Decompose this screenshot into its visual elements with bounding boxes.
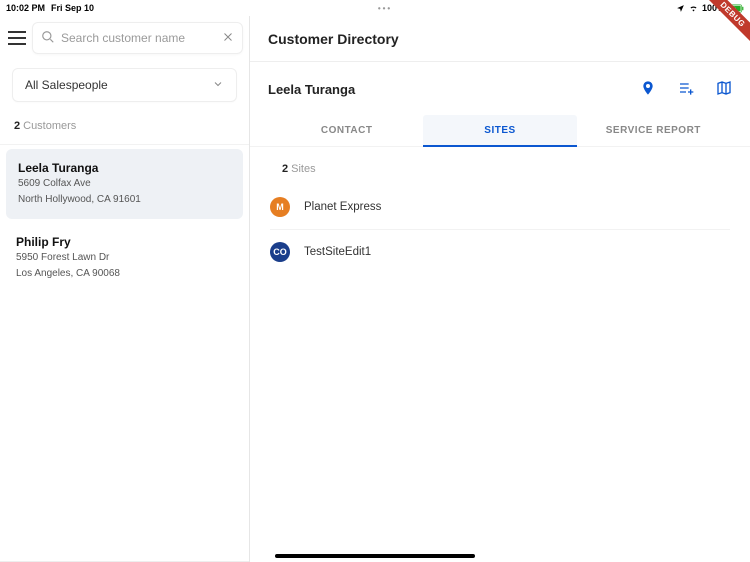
clear-search-button[interactable] xyxy=(222,31,234,45)
customer-detail-header: Leela Turanga xyxy=(250,62,750,115)
site-row[interactable]: CO TestSiteEdit1 xyxy=(270,230,730,274)
customer-item[interactable]: Philip Fry 5950 Forest Lawn Dr Los Angel… xyxy=(0,223,249,293)
tab-bar: CONTACT SITES SERVICE REPORT xyxy=(250,115,750,147)
site-name: Planet Express xyxy=(304,201,381,213)
search-icon xyxy=(41,30,55,47)
site-badge-icon: CO xyxy=(270,242,290,262)
home-indicator xyxy=(275,554,475,558)
customer-address-line1: 5609 Colfax Ave xyxy=(18,177,231,191)
salespeople-filter[interactable]: All Salespeople xyxy=(12,68,237,102)
detail-customer-name: Leela Turanga xyxy=(268,82,640,97)
site-row[interactable]: M Planet Express xyxy=(270,185,730,230)
status-date: Fri Sep 10 xyxy=(51,3,94,13)
site-name: TestSiteEdit1 xyxy=(304,246,371,258)
sites-count: 2Sites xyxy=(270,163,730,185)
customer-name: Leela Turanga xyxy=(18,161,231,175)
page-title: Customer Directory xyxy=(268,31,399,47)
tab-contact[interactable]: CONTACT xyxy=(270,115,423,146)
search-input[interactable] xyxy=(61,31,216,45)
status-time: 10:02 PM xyxy=(6,3,45,13)
menu-button[interactable] xyxy=(8,25,26,51)
tab-sites[interactable]: SITES xyxy=(423,115,576,146)
sidebar: All Salespeople 2Customers Leela Turanga… xyxy=(0,16,250,562)
customer-list: Leela Turanga 5609 Colfax Ave North Holl… xyxy=(0,145,249,562)
site-badge-icon: M xyxy=(270,197,290,217)
sites-section: 2Sites M Planet Express CO TestSiteEdit1 xyxy=(250,147,750,274)
customer-address-line2: Los Angeles, CA 90068 xyxy=(16,267,233,281)
location-icon xyxy=(676,4,685,13)
customer-count: 2Customers xyxy=(0,108,249,145)
customer-address-line1: 5950 Forest Lawn Dr xyxy=(16,251,233,265)
status-bar: 10:02 PM Fri Sep 10 ••• 100% xyxy=(0,0,750,16)
customer-item[interactable]: Leela Turanga 5609 Colfax Ave North Holl… xyxy=(6,149,243,219)
main-panel: Customer Directory Leela Turanga CONTACT… xyxy=(250,16,750,562)
customer-name: Philip Fry xyxy=(16,235,233,249)
tab-service-report[interactable]: SERVICE REPORT xyxy=(577,115,730,146)
customer-address-line2: North Hollywood, CA 91601 xyxy=(18,193,231,207)
main-header: Customer Directory xyxy=(250,16,750,62)
map-button[interactable] xyxy=(716,80,732,99)
add-to-list-button[interactable] xyxy=(678,80,694,99)
salespeople-filter-label: All Salespeople xyxy=(25,78,108,92)
wifi-icon xyxy=(688,4,699,13)
location-pin-button[interactable] xyxy=(640,80,656,99)
chevron-down-icon xyxy=(212,78,224,93)
status-dots: ••• xyxy=(94,4,676,13)
search-box[interactable] xyxy=(32,22,243,54)
